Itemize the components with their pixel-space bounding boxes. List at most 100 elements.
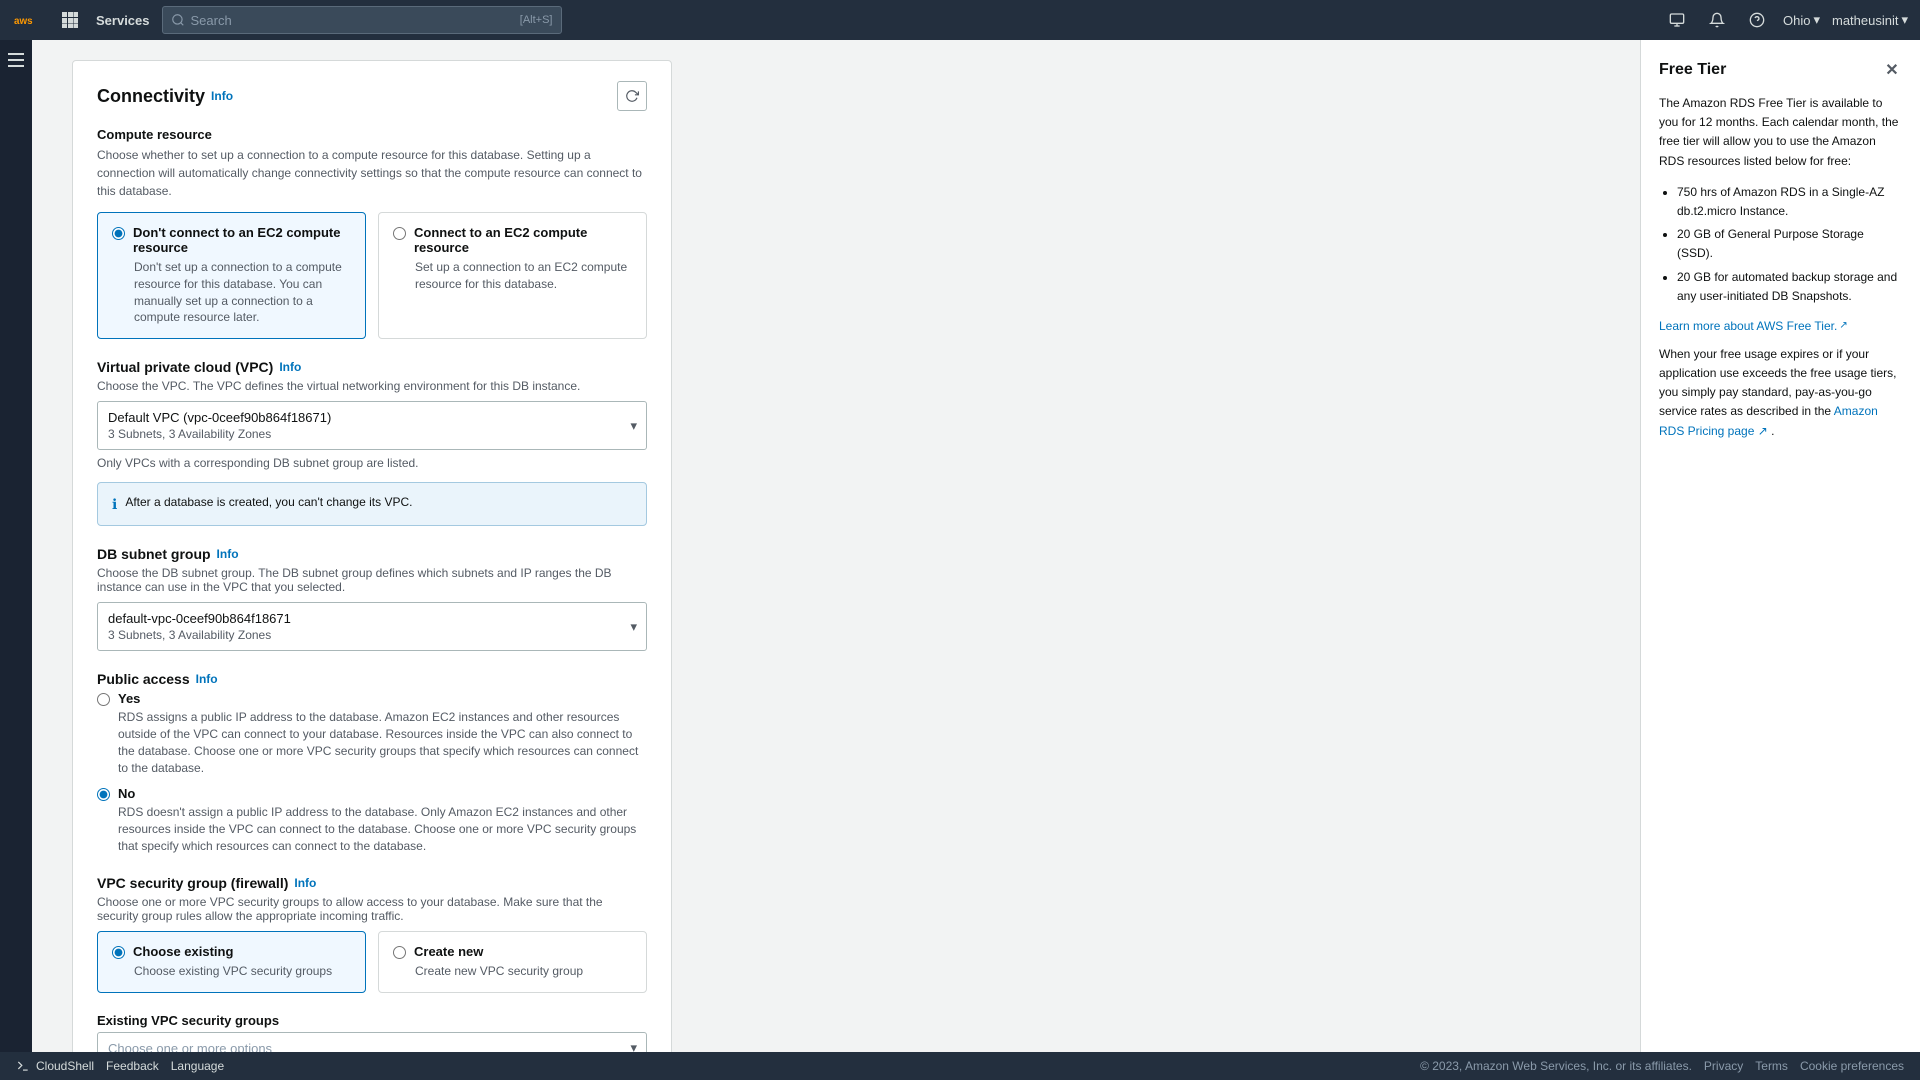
aws-logo[interactable]: aws <box>12 4 44 36</box>
vpc-security-existing[interactable]: Choose existing Choose existing VPC secu… <box>97 931 366 993</box>
free-tier-panel: Free Tier ✕ The Amazon RDS Free Tier is … <box>1640 40 1920 1052</box>
region-label: Ohio <box>1783 13 1810 28</box>
user-menu[interactable]: matheusinit ▾ <box>1832 12 1908 28</box>
public-access-no-content: No RDS doesn't assign a public IP addres… <box>118 786 647 854</box>
search-bar[interactable]: [Alt+S] <box>162 6 562 34</box>
existing-sg-select-wrapper: Choose one or more options ▾ <box>97 1032 647 1052</box>
vpc-security-title-group: VPC security group (firewall) Info <box>97 875 647 891</box>
privacy-link[interactable]: Privacy <box>1704 1059 1743 1073</box>
public-access-no[interactable]: No RDS doesn't assign a public IP addres… <box>97 786 647 854</box>
vpc-security-title: VPC security group (firewall) <box>97 875 288 891</box>
free-tier-item-0: 750 hrs of Amazon RDS in a Single-AZ db.… <box>1677 183 1902 221</box>
db-subnet-select[interactable]: default-vpc-0ceef90b864f18671 3 Subnets,… <box>97 602 647 651</box>
compute-resource-desc: Choose whether to set up a connection to… <box>97 146 647 200</box>
vpc-security-existing-radio[interactable] <box>112 946 125 959</box>
free-tier-title: Free Tier <box>1659 61 1726 79</box>
existing-sg-select[interactable]: Choose one or more options <box>97 1032 647 1052</box>
connectivity-panel: Connectivity Info Compute resource Choos… <box>72 60 672 1052</box>
vpc-security-existing-label: Choose existing <box>133 944 233 959</box>
grid-icon[interactable] <box>56 6 84 34</box>
public-access-section: Public access Info Yes RDS assigns a pub… <box>97 671 647 855</box>
services-nav-label[interactable]: Services <box>92 13 154 28</box>
vpc-security-section: VPC security group (firewall) Info Choos… <box>97 875 647 993</box>
bell-icon[interactable] <box>1703 6 1731 34</box>
free-tier-title-row: Free Tier ✕ <box>1659 60 1902 80</box>
vpc-security-existing-header: Choose existing <box>112 944 351 959</box>
cookie-link[interactable]: Cookie preferences <box>1800 1059 1904 1073</box>
footer: CloudShell Feedback Language © 2023, Ama… <box>0 1052 1920 1080</box>
region-chevron: ▾ <box>1813 12 1820 28</box>
existing-sg-section: Existing VPC security groups Choose one … <box>97 1013 647 1052</box>
vpc-select-wrapper: Default VPC (vpc-0ceef90b864f18671) 3 Su… <box>97 401 647 450</box>
db-subnet-select-arrow: ▾ <box>630 619 637 635</box>
vpc-security-desc: Choose one or more VPC security groups t… <box>97 895 647 923</box>
public-access-yes-radio[interactable] <box>97 693 110 706</box>
free-tier-learn-more-link[interactable]: Learn more about AWS Free Tier. ↗ <box>1659 319 1848 333</box>
public-access-yes-content: Yes RDS assigns a public IP address to t… <box>118 691 647 776</box>
db-subnet-select-sub: 3 Subnets, 3 Availability Zones <box>108 628 614 642</box>
public-access-title: Public access <box>97 671 190 687</box>
vpc-security-new-radio[interactable] <box>393 946 406 959</box>
external-link-icon: ↗ <box>1839 320 1847 331</box>
free-tier-item-1: 20 GB of General Purpose Storage (SSD). <box>1677 225 1902 263</box>
top-navigation: aws Services [Alt+S] <box>0 0 1920 40</box>
compute-option-ec2[interactable]: Connect to an EC2 compute resource Set u… <box>378 212 647 339</box>
compute-option-ec2-radio[interactable] <box>393 227 406 240</box>
help-icon[interactable] <box>1743 6 1771 34</box>
user-chevron: ▾ <box>1901 12 1908 28</box>
public-access-yes-desc: RDS assigns a public IP address to the d… <box>118 709 647 776</box>
vpc-security-new[interactable]: Create new Create new VPC security group <box>378 931 647 993</box>
db-subnet-info-link[interactable]: Info <box>217 547 239 561</box>
vpc-section: Virtual private cloud (VPC) Info Choose … <box>97 359 647 526</box>
vpc-select[interactable]: Default VPC (vpc-0ceef90b864f18671) 3 Su… <box>97 401 647 450</box>
public-access-info-link[interactable]: Info <box>196 672 218 686</box>
vpc-info-link[interactable]: Info <box>279 360 301 374</box>
panel-info-link[interactable]: Info <box>211 89 233 103</box>
sidebar-menu-icon[interactable] <box>4 48 28 72</box>
free-tier-item-2: 20 GB for automated backup storage and a… <box>1677 268 1902 306</box>
free-tier-expire-text: When your free usage expires or if your … <box>1659 345 1902 441</box>
free-tier-description: The Amazon RDS Free Tier is available to… <box>1659 94 1902 171</box>
vpc-security-options: Choose existing Choose existing VPC secu… <box>97 931 647 993</box>
panel-title-text: Connectivity <box>97 86 205 107</box>
feedback-link[interactable]: Feedback <box>106 1059 159 1073</box>
user-label: matheusinit <box>1832 13 1898 28</box>
vpc-select-arrow: ▾ <box>630 418 637 434</box>
existing-sg-arrow: ▾ <box>630 1040 637 1052</box>
compute-resource-options: Don't connect to an EC2 compute resource… <box>97 212 647 339</box>
public-access-yes[interactable]: Yes RDS assigns a public IP address to t… <box>97 691 647 776</box>
vpc-select-sub: 3 Subnets, 3 Availability Zones <box>108 427 614 441</box>
compute-option-no-ec2-radio[interactable] <box>112 227 125 240</box>
region-selector[interactable]: Ohio ▾ <box>1783 12 1820 28</box>
footer-left: CloudShell Feedback Language <box>16 1059 224 1073</box>
cloudwatch-icon[interactable] <box>1663 6 1691 34</box>
vpc-note: Only VPCs with a corresponding DB subnet… <box>97 456 647 470</box>
vpc-security-new-desc: Create new VPC security group <box>415 963 632 980</box>
terms-link[interactable]: Terms <box>1755 1059 1788 1073</box>
free-tier-learn-more-text: Learn more about AWS Free Tier. <box>1659 319 1837 333</box>
panel-header: Connectivity Info <box>97 81 647 111</box>
db-subnet-title: DB subnet group <box>97 546 211 562</box>
db-subnet-title-group: DB subnet group Info <box>97 546 647 562</box>
language-link[interactable]: Language <box>171 1059 224 1073</box>
compute-option-no-ec2-desc: Don't set up a connection to a compute r… <box>134 259 351 326</box>
existing-sg-placeholder: Choose one or more options <box>108 1041 614 1052</box>
compute-option-ec2-header: Connect to an EC2 compute resource <box>393 225 632 255</box>
panel-title-group: Connectivity Info <box>97 86 233 107</box>
content-area: Connectivity Info Compute resource Choos… <box>32 40 1640 1052</box>
public-access-no-label: No <box>118 786 647 801</box>
vpc-security-info-link[interactable]: Info <box>294 876 316 890</box>
free-tier-close-button[interactable]: ✕ <box>1882 60 1902 80</box>
compute-option-no-ec2[interactable]: Don't connect to an EC2 compute resource… <box>97 212 366 339</box>
cloudshell-button[interactable]: CloudShell <box>16 1059 94 1073</box>
svg-text:aws: aws <box>14 16 33 27</box>
refresh-button[interactable] <box>617 81 647 111</box>
search-input[interactable] <box>191 13 514 28</box>
vpc-security-new-label: Create new <box>414 944 483 959</box>
db-subnet-select-wrapper: default-vpc-0ceef90b864f18671 3 Subnets,… <box>97 602 647 651</box>
compute-option-no-ec2-label: Don't connect to an EC2 compute resource <box>133 225 351 255</box>
public-access-no-radio[interactable] <box>97 788 110 801</box>
public-access-title-group: Public access Info <box>97 671 647 687</box>
db-subnet-select-value: default-vpc-0ceef90b864f18671 <box>108 611 614 626</box>
copyright-text: © 2023, Amazon Web Services, Inc. or its… <box>1420 1059 1692 1073</box>
